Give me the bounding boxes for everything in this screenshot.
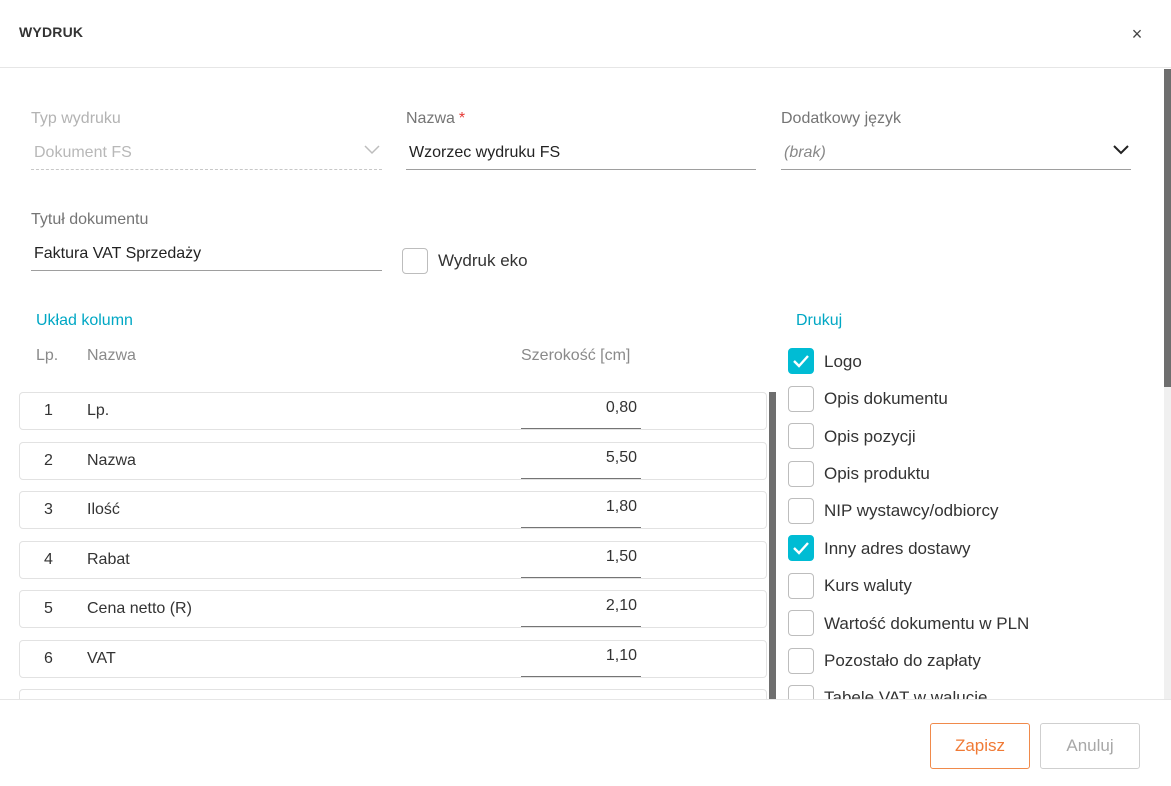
row-width-input[interactable]: 1,50 (521, 542, 641, 578)
extra-language-value: (brak) (784, 144, 826, 161)
row-number: 4 (44, 551, 53, 568)
exchange-rate-label: Kurs waluty (824, 576, 912, 595)
row-number: 6 (44, 650, 53, 667)
extra-language-select[interactable]: (brak) (781, 138, 1131, 170)
row-width-input[interactable]: 1,10 (521, 641, 641, 677)
exchange-rate-checkbox[interactable] (788, 573, 814, 599)
row-width-input[interactable] (521, 690, 641, 699)
dialog-title: WYDRUK (19, 24, 84, 40)
nip-checkbox[interactable] (788, 498, 814, 524)
chevron-down-icon (364, 145, 380, 157)
value-in-pln-checkbox[interactable] (788, 610, 814, 636)
row-name: Nazwa (87, 452, 136, 469)
item-description-checkbox[interactable] (788, 423, 814, 449)
other-delivery-address-label: Inny adres dostawy (824, 539, 971, 558)
doc-description-label: Opis dokumentu (824, 389, 948, 408)
nip-label: NIP wystawcy/odbiorcy (824, 501, 999, 520)
logo-checkbox[interactable] (788, 348, 814, 374)
dialog-body: Typ wydruku Dokument FS Nazwa * Wzorzec w… (0, 69, 1171, 699)
eco-print-checkbox[interactable] (402, 248, 428, 274)
cancel-button[interactable]: Anuluj (1040, 723, 1140, 769)
table-row[interactable]: 6 VAT 1,10 (19, 640, 767, 678)
product-description-checkbox[interactable] (788, 461, 814, 487)
save-button[interactable]: Zapisz (930, 723, 1030, 769)
name-label: Nazwa * (406, 110, 465, 128)
table-row[interactable]: 1 Lp. 0,80 (19, 392, 767, 430)
print-type-label: Typ wydruku (31, 110, 121, 127)
print-type-select: Dokument FS (31, 138, 382, 170)
row-name: Rabat (87, 551, 130, 568)
remaining-to-pay-label: Pozostało do zapłaty (824, 651, 981, 670)
row-width-input[interactable]: 2,10 (521, 591, 641, 627)
doc-description-checkbox[interactable] (788, 386, 814, 412)
row-name: Ilość (87, 501, 120, 518)
table-row[interactable]: 5 Cena netto (R) 2,10 (19, 590, 767, 628)
row-name: Lp. (87, 402, 110, 419)
row-number: 1 (44, 402, 53, 419)
columns-section-title: Układ kolumn (36, 312, 133, 329)
columns-scrollbar[interactable] (769, 392, 776, 699)
row-number: 5 (44, 600, 53, 617)
column-header-lp: Lp. (36, 347, 59, 364)
product-description-label: Opis produktu (824, 464, 930, 483)
print-section-title: Drukuj (796, 312, 843, 329)
dialog-footer: Zapisz Anuluj (0, 699, 1171, 786)
value-in-pln-label: Wartość dokumentu w PLN (824, 614, 1030, 633)
row-width-input[interactable]: 0,80 (521, 393, 641, 429)
row-name: Cena netto (R) (87, 600, 192, 617)
close-button[interactable]: × (1124, 22, 1150, 48)
check-icon (793, 355, 809, 368)
other-delivery-address-checkbox[interactable] (788, 535, 814, 561)
row-width-input[interactable]: 1,80 (521, 492, 641, 528)
name-label-text: Nazwa (406, 110, 455, 127)
logo-label: Logo (824, 352, 862, 371)
close-icon: × (1131, 24, 1143, 44)
table-row[interactable] (19, 689, 767, 699)
doc-title-label: Tytuł dokumentu (31, 211, 149, 228)
required-mark: * (458, 110, 466, 127)
column-header-width: Szerokość [cm] (521, 347, 631, 364)
table-row[interactable]: 4 Rabat 1,50 (19, 541, 767, 579)
name-value: Wzorzec wydruku FS (409, 144, 561, 161)
table-row[interactable]: 3 Ilość 1,80 (19, 491, 767, 529)
column-header-name: Nazwa (87, 347, 136, 364)
print-dialog: WYDRUK × Typ wydruku Dokument FS Nazwa * … (0, 0, 1171, 786)
extra-language-label: Dodatkowy język (781, 110, 902, 127)
row-width-input[interactable]: 5,50 (521, 443, 641, 479)
remaining-to-pay-checkbox[interactable] (788, 648, 814, 674)
doc-title-value: Faktura VAT Sprzedaży (34, 245, 202, 262)
row-number: 3 (44, 501, 53, 518)
chevron-down-icon[interactable] (1113, 145, 1129, 157)
vat-tables-currency-label: Tabele VAT w walucie (824, 688, 988, 699)
dialog-header: WYDRUK × (0, 0, 1171, 68)
row-number: 2 (44, 452, 53, 469)
vat-tables-currency-checkbox[interactable] (788, 685, 814, 699)
doc-title-input[interactable]: Faktura VAT Sprzedaży (31, 239, 382, 271)
table-row[interactable]: 2 Nazwa 5,50 (19, 442, 767, 480)
name-input[interactable]: Wzorzec wydruku FS (406, 138, 756, 170)
eco-print-label: Wydruk eko (438, 251, 528, 270)
row-name: VAT (87, 650, 116, 667)
dialog-scrollbar[interactable] (1164, 69, 1171, 387)
item-description-label: Opis pozycji (824, 427, 916, 446)
check-icon (793, 542, 809, 555)
print-type-value: Dokument FS (34, 144, 132, 161)
